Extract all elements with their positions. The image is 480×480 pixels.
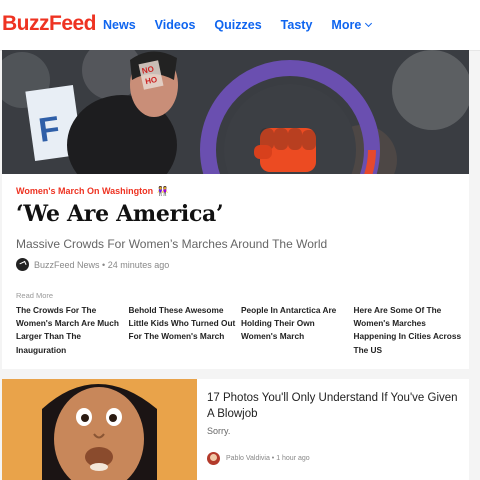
protest-photo-illustration: F NO HO	[2, 50, 469, 174]
top-navigation: BuzzFeed News Videos Quizzes Tasty More	[0, 0, 480, 51]
featured-story-image[interactable]: F NO HO	[2, 50, 469, 174]
buzzfeed-logo[interactable]: BuzzFeed	[2, 12, 97, 36]
story-kicker[interactable]: Women's March On Washington 👭	[16, 186, 168, 197]
nav-more-dropdown[interactable]: More	[331, 18, 373, 32]
featured-headline[interactable]: ‘We Are America’	[16, 201, 224, 227]
related-link[interactable]: People In Antarctica Are Holding Their O…	[241, 304, 354, 357]
related-link[interactable]: The Crowds For The Women's March Are Muc…	[16, 304, 129, 357]
story-byline: Pablo Valdivia • 1 hour ago	[207, 452, 310, 465]
nav-news[interactable]: News	[103, 18, 136, 32]
story-card: 17 Photos You'll Only Understand If You'…	[2, 379, 469, 480]
kicker-label: Women's March On Washington	[16, 186, 154, 196]
chevron-down-icon	[365, 19, 373, 28]
nav-links: News Videos Quizzes Tasty More	[103, 18, 390, 32]
nav-videos[interactable]: Videos	[155, 18, 196, 32]
story-title[interactable]: 17 Photos You'll Only Understand If You'…	[207, 391, 462, 422]
read-more-label: Read More	[16, 291, 54, 300]
byline-separator: •	[99, 259, 108, 270]
author-avatar[interactable]	[207, 452, 220, 465]
buzzfeed-news-badge-icon[interactable]	[16, 258, 29, 271]
story-description: Sorry.	[207, 426, 231, 436]
cartoon-thumbnail-illustration	[2, 379, 197, 480]
nav-more-label: More	[331, 18, 362, 32]
related-link[interactable]: Behold These Awesome Little Kids Who Tur…	[129, 304, 242, 357]
featured-byline: BuzzFeed News • 24 minutes ago	[16, 258, 169, 271]
related-links: The Crowds For The Women's March Are Muc…	[16, 304, 466, 357]
featured-subhead: Massive Crowds For Women’s Marches Aroun…	[16, 237, 328, 251]
related-link[interactable]: Here Are Some Of The Women's Marches Hap…	[354, 304, 467, 357]
women-pair-icon: 👭	[157, 186, 169, 196]
featured-story-card: F NO HO Women's March On Washington 👭 ‘We…	[2, 50, 469, 369]
story-time: 1 hour ago	[276, 455, 310, 462]
nav-quizzes[interactable]: Quizzes	[214, 18, 261, 32]
story-thumbnail[interactable]	[2, 379, 197, 480]
nav-tasty[interactable]: Tasty	[281, 18, 313, 32]
story-author[interactable]: Pablo Valdivia	[226, 455, 270, 462]
featured-author[interactable]: BuzzFeed News	[34, 260, 100, 270]
featured-time: 24 minutes ago	[107, 259, 170, 270]
